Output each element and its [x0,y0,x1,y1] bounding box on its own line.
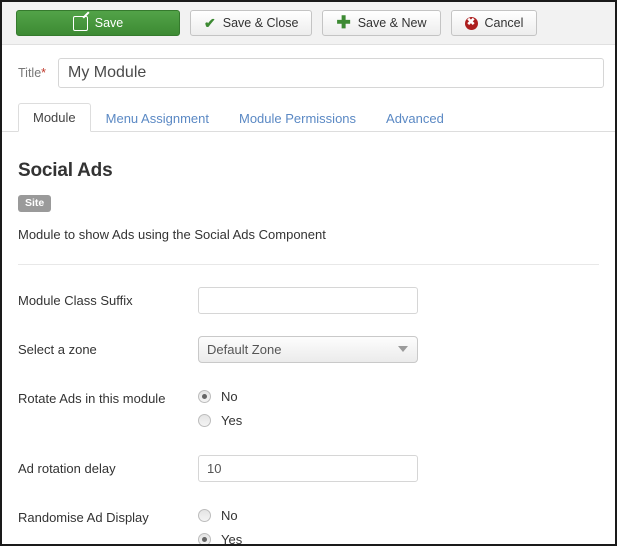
field-randomise-ad-display: Randomise Ad Display No Yes [18,504,599,546]
rotate-ads-radio-no-label: No [221,389,238,404]
check-icon: ✔ [204,15,216,31]
tab-menu-assignment-label: Menu Assignment [105,111,209,126]
rotate-ads-radio-yes[interactable]: Yes [198,409,599,433]
module-class-suffix-label: Module Class Suffix [18,292,133,308]
field-select-zone: Select a zone Default Zone [18,335,599,363]
ad-rotation-delay-input[interactable] [198,454,418,482]
pencil-icon [72,15,88,31]
cancel-button[interactable]: ✖ Cancel [450,10,538,36]
plus-icon: ✚ [336,13,351,33]
title-label-text: Title [18,66,42,80]
save-button[interactable]: Save [16,10,180,36]
radio-icon [198,390,211,403]
field-module-class-suffix: Module Class Suffix [18,286,599,314]
module-panel: Social Ads Site Module to show Ads using… [2,160,615,546]
radio-icon [198,509,211,522]
tab-module-permissions-label: Module Permissions [238,111,357,126]
select-zone-dropdown[interactable]: Default Zone [198,335,418,363]
rotate-ads-radio-yes-label: Yes [221,413,243,428]
title-input[interactable] [58,58,604,88]
randomise-ad-display-radio-no[interactable]: No [198,504,599,528]
rotate-ads-radio-no[interactable]: No [198,385,599,409]
section-divider [18,263,599,265]
save-button-label: Save [94,15,124,30]
tab-module-label: Module [33,110,76,125]
randomise-ad-display-label: Randomise Ad Display [18,509,149,525]
save-and-close-button[interactable]: ✔ Save & Close [190,10,313,36]
randomise-ad-display-radio-yes[interactable]: Yes [198,528,599,546]
status-badge: Site [18,195,52,212]
toolbar: Save ✔ Save & Close ✚ Save & New ✖ Cance… [2,2,615,45]
cancel-icon: ✖ [464,16,478,30]
cancel-button-label: Cancel [484,15,524,30]
tab-module[interactable]: Module [18,103,91,132]
module-name-heading: Social Ads [18,160,113,181]
field-ad-rotation-delay: Ad rotation delay [18,454,599,482]
radio-icon [198,414,211,427]
module-class-suffix-input[interactable] [198,286,418,314]
rotate-ads-label: Rotate Ads in this module [18,390,166,406]
select-zone-label: Select a zone [18,341,97,357]
save-and-new-button[interactable]: ✚ Save & New [322,10,441,36]
field-rotate-ads: Rotate Ads in this module No Yes [18,385,599,433]
title-row: Title* [2,45,615,100]
module-edit-page: Save ✔ Save & Close ✚ Save & New ✖ Cance… [0,0,617,546]
radio-icon [198,533,211,544]
tab-advanced[interactable]: Advanced [371,104,459,132]
tab-module-permissions[interactable]: Module Permissions [224,104,371,132]
title-label: Title* [18,66,46,80]
required-asterisk: * [41,66,47,80]
chevron-down-icon [398,346,408,352]
randomise-ad-display-radio-no-label: No [221,508,238,523]
tab-menu-assignment[interactable]: Menu Assignment [91,104,224,132]
tab-bar: Module Menu Assignment Module Permission… [2,100,615,132]
ad-rotation-delay-label: Ad rotation delay [18,460,116,476]
save-and-close-button-label: Save & Close [222,15,299,30]
select-zone-selected-value: Default Zone [207,341,282,357]
module-description: Module to show Ads using the Social Ads … [18,226,326,242]
save-and-new-button-label: Save & New [357,15,427,30]
tab-advanced-label: Advanced [386,111,444,126]
randomise-ad-display-radio-yes-label: Yes [221,532,243,546]
